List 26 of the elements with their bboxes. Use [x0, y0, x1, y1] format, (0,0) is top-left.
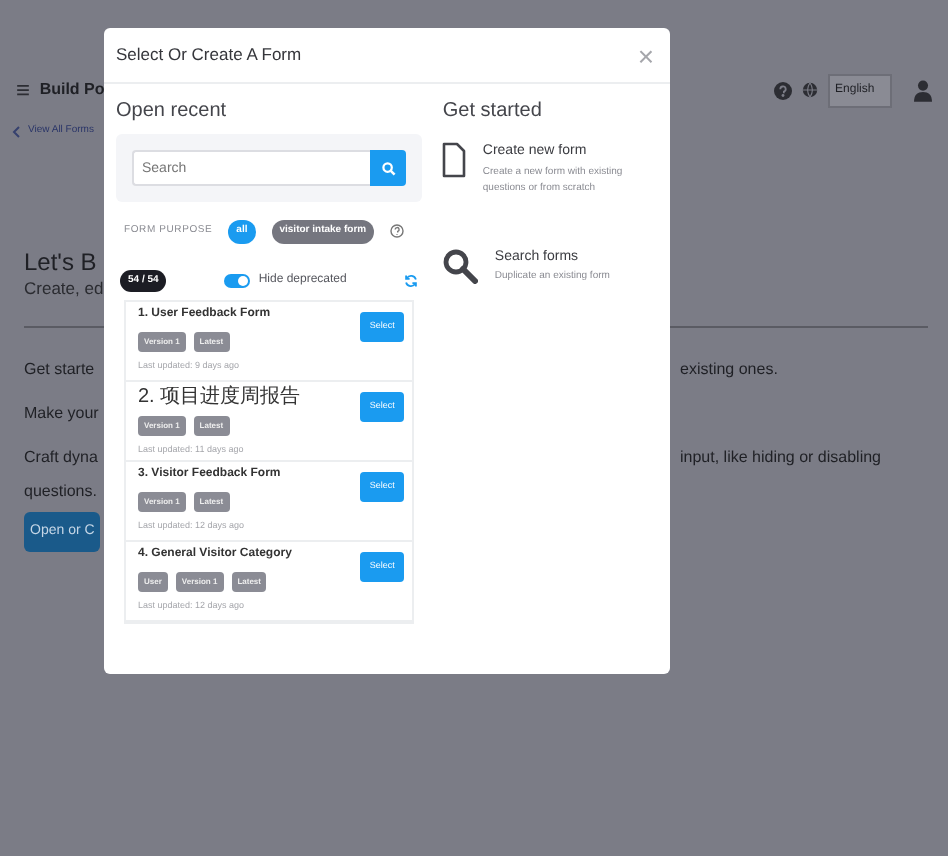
search-icon: [442, 247, 479, 283]
paragraph-text: Craft dyna: [24, 445, 100, 470]
user-icon[interactable]: [914, 79, 932, 101]
form-title: 2. 项目进度周报告: [138, 388, 301, 408]
paragraph-text: Make your: [24, 401, 101, 426]
paragraph-text: existing ones.: [680, 357, 780, 382]
app-title: Build Po: [39, 78, 105, 102]
toggle-switch[interactable]: [224, 273, 251, 288]
modal-title: Select Or Create A Form: [116, 42, 302, 68]
section-heading: Open recent: [116, 98, 229, 126]
page-heading: Let's B: [24, 247, 97, 276]
section-heading: Get started: [442, 98, 544, 126]
chevron-left-icon[interactable]: [12, 125, 20, 138]
refresh-icon[interactable]: [404, 273, 419, 288]
search-icon: [381, 162, 396, 177]
close-button[interactable]: ×: [637, 41, 654, 69]
paragraph-text: Get starte: [24, 357, 97, 382]
page-subheading: Create, ed: [24, 275, 104, 302]
search-button[interactable]: [370, 150, 407, 186]
paragraph-text: input, like hiding or disabling: [680, 445, 882, 470]
menu-icon[interactable]: ≡: [16, 72, 31, 108]
help-icon[interactable]: [773, 81, 792, 99]
globe-icon[interactable]: [801, 82, 818, 98]
paragraph-text: questions.: [24, 479, 99, 504]
document-icon: [442, 142, 467, 178]
help-icon[interactable]: [390, 224, 405, 239]
